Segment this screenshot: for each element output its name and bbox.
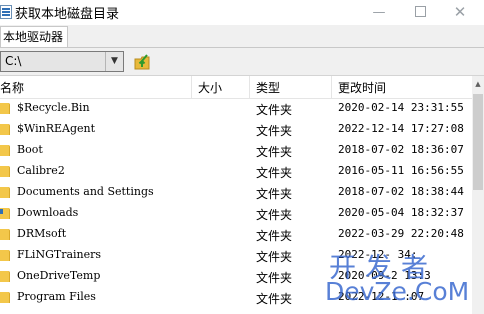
item-modified: 2020-05-04 18:32:37	[338, 206, 464, 219]
item-modified: 2022-03-29 22:20:48	[338, 227, 464, 240]
item-name: Boot	[17, 143, 43, 156]
item-name: Program Files	[17, 290, 96, 303]
folder-up-icon	[134, 54, 150, 70]
item-modified: 2018-07-02 18:38:44	[338, 185, 464, 198]
item-name: Documents and Settings	[17, 185, 154, 198]
item-name: Calibre2	[17, 164, 65, 177]
item-type: 文件夹	[256, 187, 293, 201]
file-list[interactable]: 名称 大小 类型 更改时间 $Recycle.Bin 文件夹 2020-02-1…	[0, 76, 472, 314]
drive-select-value: C:\	[5, 54, 22, 68]
title-bar: 获取本地磁盘目录 — ✕	[0, 0, 484, 25]
parent-folder-button[interactable]	[133, 51, 153, 72]
list-header: 名称 大小 类型 更改时间	[0, 76, 472, 99]
column-divider[interactable]	[331, 76, 332, 98]
column-header-modified[interactable]: 更改时间	[338, 79, 386, 96]
item-modified: 2022-12-1 :07	[338, 290, 425, 303]
minimize-button[interactable]: —	[359, 0, 399, 25]
focus-marker	[0, 209, 3, 214]
list-item[interactable]: FLiNGTrainers 文件夹 2022-12- 34:	[0, 245, 472, 266]
list-item[interactable]: OneDriveTemp 文件夹 2020-09-2 13:3	[0, 266, 472, 287]
tab-local-drives[interactable]: 本地驱动器	[0, 26, 69, 47]
item-modified: 2018-07-02 18:36:07	[338, 143, 464, 156]
item-name: $Recycle.Bin	[17, 101, 90, 114]
column-header-size[interactable]: 大小	[198, 79, 222, 96]
maximize-button[interactable]	[400, 0, 440, 25]
column-header-name[interactable]: 名称	[0, 79, 24, 96]
item-type: 文件夹	[256, 124, 293, 138]
list-item[interactable]: Documents and Settings 文件夹 2018-07-02 18…	[0, 182, 472, 203]
folder-icon	[0, 271, 10, 282]
list-item[interactable]: Calibre2 文件夹 2016-05-11 16:56:55	[0, 161, 472, 182]
close-button[interactable]: ✕	[440, 0, 480, 25]
drive-select[interactable]: C:\ ▼	[0, 51, 124, 72]
folder-icon	[0, 292, 10, 303]
item-type: 文件夹	[256, 145, 293, 159]
item-name: $WinREAgent	[17, 122, 96, 135]
column-divider[interactable]	[249, 76, 250, 98]
item-type: 文件夹	[256, 271, 293, 285]
folder-icon	[0, 250, 10, 261]
item-modified: 2022-12- 34:	[338, 248, 418, 261]
item-name: FLiNGTrainers	[17, 248, 102, 261]
folder-icon	[0, 103, 10, 114]
maximize-icon	[414, 6, 426, 17]
window-title: 获取本地磁盘目录	[15, 7, 120, 22]
column-divider[interactable]	[191, 76, 192, 98]
list-item[interactable]: DRMsoft 文件夹 2022-03-29 22:20:48	[0, 224, 472, 245]
folder-icon	[0, 124, 10, 135]
item-modified: 2016-05-11 16:56:55	[338, 164, 464, 177]
item-modified: 2020-02-14 23:31:55	[338, 101, 464, 114]
item-type: 文件夹	[256, 103, 293, 117]
tab-strip: 本地驱动器	[0, 25, 484, 48]
item-name: DRMsoft	[17, 227, 67, 240]
folder-icon	[0, 166, 10, 177]
item-name: Downloads	[17, 206, 79, 219]
item-type: 文件夹	[256, 229, 293, 243]
chevron-down-icon[interactable]: ▼	[105, 52, 123, 71]
folder-icon	[0, 187, 10, 198]
vertical-scrollbar[interactable]: ▲	[472, 76, 484, 314]
scrollbar-thumb[interactable]	[473, 94, 483, 190]
toolbar: C:\ ▼	[0, 48, 484, 76]
item-name: OneDriveTemp	[17, 269, 101, 282]
folder-icon	[0, 145, 10, 156]
list-item[interactable]: $Recycle.Bin 文件夹 2020-02-14 23:31:55	[0, 98, 472, 119]
folder-icon	[0, 229, 10, 240]
item-modified: 2022-12-14 17:27:08	[338, 122, 464, 135]
item-type: 文件夹	[256, 250, 293, 264]
item-type: 文件夹	[256, 166, 293, 180]
item-type: 文件夹	[256, 208, 293, 222]
item-type: 文件夹	[256, 292, 293, 306]
list-item[interactable]: Program Files 文件夹 2022-12-1 :07	[0, 287, 472, 308]
list-item[interactable]: Boot 文件夹 2018-07-02 18:36:07	[0, 140, 472, 161]
app-icon	[0, 5, 12, 19]
close-icon: ✕	[453, 3, 467, 21]
list-item[interactable]: $WinREAgent 文件夹 2022-12-14 17:27:08	[0, 119, 472, 140]
column-header-type[interactable]: 类型	[256, 79, 280, 96]
item-modified: 2020-09-2 13:3	[338, 269, 431, 282]
list-item[interactable]: Downloads 文件夹 2020-05-04 18:32:37	[0, 203, 472, 224]
minimize-icon: —	[372, 5, 386, 20]
scroll-up-arrow-icon[interactable]: ▲	[472, 76, 484, 92]
